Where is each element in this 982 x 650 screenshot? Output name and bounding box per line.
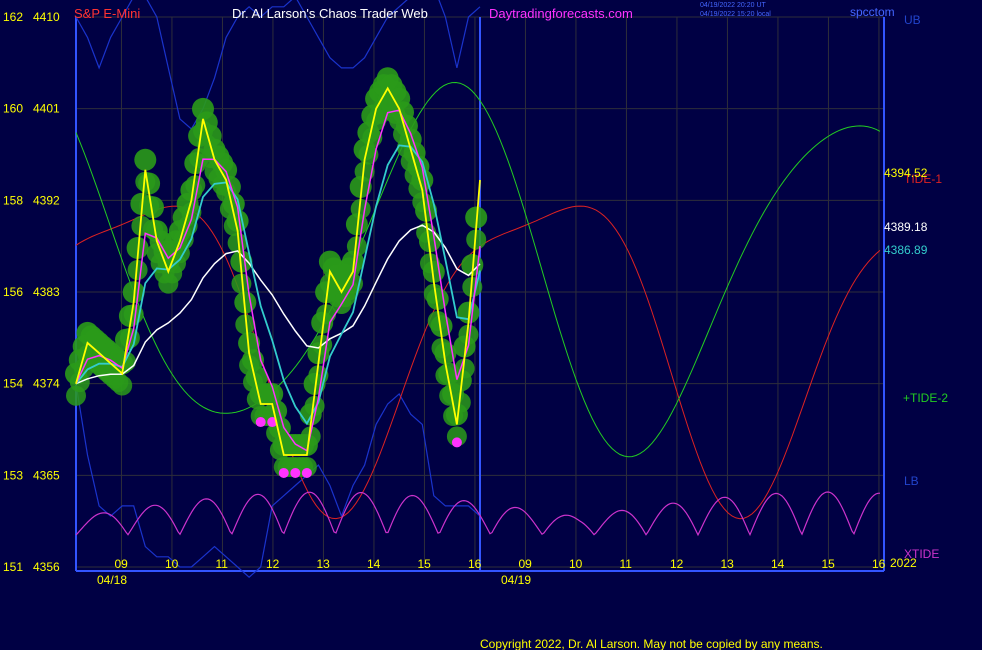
last-white-ema-value: 4389.18 [884,220,928,234]
year-label: 2022 [890,556,917,570]
site-link[interactable]: Daytradingforecasts.com [489,6,633,21]
last-price-value: 4394.52 [884,166,928,180]
x-tick: 13 [720,557,734,571]
chaos-trader-chart: 151 4356 153 4365 154 4374 156 4383 158 4392 160 44… [0,0,982,650]
y-tick-right: 4365 [33,468,60,482]
y-tick-left: 151 [3,560,23,574]
y-tick-right: 4374 [33,377,60,391]
x-tick: 10 [165,557,179,571]
brand-label: spcctom [850,5,895,19]
ub-label: UB [904,13,921,27]
x-tick: 13 [316,557,330,571]
y-tick-right: 4356 [33,560,60,574]
low-marker [290,467,301,478]
low-marker [278,467,289,478]
x-tick: 09 [114,557,128,571]
tide2-label: +TIDE-2 [903,391,948,405]
x-tick: 14 [771,557,785,571]
chart-stage: 151 4356 153 4365 154 4374 156 4383 158 4392 160 44… [0,0,982,650]
y-tick-left: 156 [3,285,23,299]
y-tick-left: 162 [3,10,23,24]
x-tick: 11 [619,557,632,571]
bubble [134,148,157,171]
x-tick: 10 [569,557,583,571]
x-tick: 11 [215,557,228,571]
date-label-2: 04/19 [501,573,531,587]
y-tick-right: 4401 [33,102,60,116]
instrument-label: S&P E-Mini [74,6,140,21]
x-tick: 14 [367,557,381,571]
low-marker [255,417,266,428]
y-tick-right: 4392 [33,193,60,207]
chart-title: Dr. Al Larson's Chaos Trader Web [232,6,428,21]
x-tick: 16 [872,557,886,571]
low-marker [451,437,462,448]
y-tick-left: 160 [3,102,23,116]
y-tick-left: 153 [3,468,23,482]
date-label-1: 04/18 [97,573,127,587]
timestamp-local: 04/19/2022 15:20 local [700,11,771,18]
x-tick: 09 [518,557,532,571]
x-tick: 16 [468,557,482,571]
copyright: Copyright 2022, Dr. Al Larson. May not b… [480,637,823,650]
lb-label: LB [904,474,919,488]
last-cyan-ema-value: 4386.89 [884,243,928,257]
timestamp-ut: 04/19/2022 20:20 UT [700,2,766,9]
x-tick: 15 [821,557,835,571]
bubble [112,375,133,396]
x-tick: 12 [670,557,684,571]
y-tick-left: 154 [3,377,23,391]
x-tick: 12 [266,557,280,571]
y-tick-left: 158 [3,193,23,207]
x-tick: 15 [417,557,431,571]
y-tick-right: 4410 [33,10,60,24]
low-marker [301,467,312,478]
y-tick-right: 4383 [33,285,60,299]
